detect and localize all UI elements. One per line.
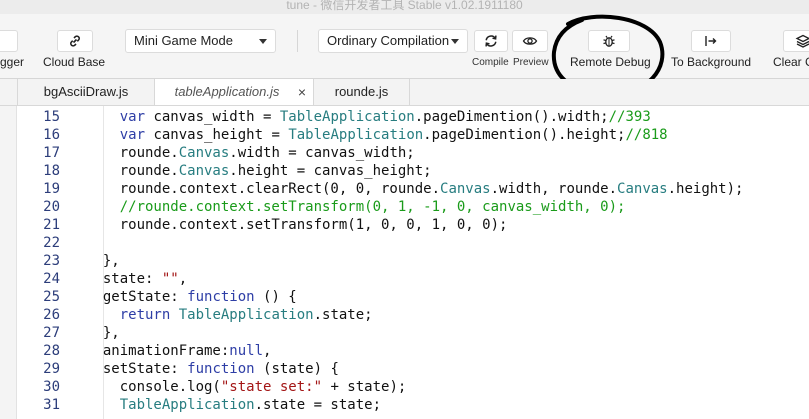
clear-cache-button[interactable] (783, 30, 809, 52)
refresh-icon (485, 35, 497, 47)
debugger-button[interactable] (0, 30, 18, 52)
code-line[interactable]: 19 rounde.context.clearRect(0, 0, rounde… (0, 180, 809, 198)
compile-button[interactable] (474, 30, 508, 52)
debugger-label: gger (0, 55, 25, 69)
code-line[interactable]: 20 //rounde.context.setTransform(0, 1, -… (0, 198, 809, 216)
to-background-label: To Background (671, 55, 752, 69)
window-title: tune - 微信开发者工具 Stable v1.02.1911180 (0, 0, 809, 14)
to-background-button[interactable] (691, 30, 731, 52)
code-line[interactable]: 31 TableApplication.state = state; (0, 396, 809, 414)
code-text: //rounde.context.setTransform(0, 1, -1, … (119, 199, 626, 215)
mode-select[interactable]: Mini Game Mode (125, 29, 276, 53)
code-text: }, (86, 325, 120, 341)
cloud-base-button[interactable] (57, 30, 93, 52)
compile-mode-select[interactable]: Ordinary Compilation (318, 29, 468, 53)
line-number: 16 (43, 127, 60, 143)
line-number: 19 (43, 181, 60, 197)
line-number: 22 (43, 235, 60, 251)
code-editor[interactable]: 15 var canvas_width = TableApplication.p… (0, 106, 809, 419)
code-text: TableApplication.state = state; (119, 397, 382, 413)
code-line[interactable]: 28 animationFrame:null, (0, 342, 809, 360)
code-text: return TableApplication.state; (119, 307, 373, 323)
code-line[interactable]: 22 (0, 234, 809, 252)
toolbar: gger Cloud Base Mini Game Mode Ordinary … (0, 14, 809, 79)
code-text: rounde.Canvas.height = canvas_height; (86, 163, 432, 179)
code-line[interactable]: 24 state: "", (0, 270, 809, 288)
tab-label: tableApplication.js (174, 84, 280, 99)
line-number: 29 (43, 361, 60, 377)
code-line[interactable]: 29 setState: function (state) { (0, 360, 809, 378)
line-number: 15 (43, 109, 60, 125)
line-number: 25 (43, 289, 60, 305)
close-icon[interactable]: × (298, 79, 306, 105)
code-line[interactable]: 17 rounde.Canvas.width = canvas_width; (0, 144, 809, 162)
code-line[interactable]: 21 rounde.context.setTransform(1, 0, 0, … (0, 216, 809, 234)
arrow-to-bar-icon (705, 36, 717, 46)
code-line[interactable]: 18 rounde.Canvas.height = canvas_height; (0, 162, 809, 180)
code-text: }, (86, 253, 120, 269)
code-text: rounde.context.setTransform(1, 0, 0, 1, … (86, 217, 508, 233)
code-text: var canvas_width = TableApplication.page… (119, 109, 651, 125)
tab-label: rounde.js (334, 84, 389, 99)
line-number: 28 (43, 343, 60, 359)
tab-bar-gutter (0, 79, 18, 105)
line-number: 18 (43, 163, 60, 179)
code-line[interactable]: 16 var canvas_height = TableApplication.… (0, 126, 809, 144)
compile-mode-value: Ordinary Compilation (327, 33, 450, 48)
compile-label: Compile (472, 57, 509, 68)
line-number: 23 (43, 253, 60, 269)
code-text: rounde.context.clearRect(0, 0, rounde.Ca… (86, 181, 744, 197)
line-number: 26 (43, 307, 60, 323)
toolbar-divider (297, 30, 298, 52)
code-text: console.log("state set:" + state); (86, 379, 407, 395)
cloud-link-icon (70, 35, 80, 47)
chevron-down-icon (259, 39, 267, 44)
tab-label: bgAsciiDraw.js (43, 84, 129, 99)
code-line[interactable]: 23 }, (0, 252, 809, 270)
tab-rounde[interactable]: rounde.js (314, 79, 410, 105)
line-number: 20 (43, 199, 60, 215)
preview-label: Preview (513, 57, 549, 68)
code-text: var canvas_height = TableApplication.pag… (119, 127, 668, 143)
clear-cache-label: Clear C (773, 55, 809, 69)
cloud-base-label: Cloud Base (43, 55, 106, 69)
code-text: rounde.Canvas.width = canvas_width; (86, 145, 415, 161)
tab-bgasciidraw[interactable]: bgAsciiDraw.js (18, 79, 155, 105)
mode-select-value: Mini Game Mode (134, 33, 233, 48)
code-line[interactable]: 30 console.log("state set:" + state); (0, 378, 809, 396)
code-text: state: "", (86, 271, 188, 287)
chevron-down-icon (451, 39, 459, 44)
code-text: animationFrame:null, (86, 343, 272, 359)
code-line[interactable]: 25 getState: function () { (0, 288, 809, 306)
tab-bar: bgAsciiDraw.js tableApplication.js × rou… (0, 79, 809, 106)
line-number: 31 (43, 397, 60, 413)
line-number: 27 (43, 325, 60, 341)
code-text: getState: function () { (86, 289, 297, 305)
line-number: 17 (43, 145, 60, 161)
line-number: 21 (43, 217, 60, 233)
eye-icon (522, 37, 538, 45)
preview-button[interactable] (512, 30, 548, 52)
line-number: 30 (43, 379, 60, 395)
code-text: setState: function (state) { (86, 361, 339, 377)
code-line[interactable]: 15 var canvas_width = TableApplication.p… (0, 108, 809, 126)
tab-tableapplication[interactable]: tableApplication.js × (155, 79, 314, 105)
layers-icon (795, 34, 809, 48)
code-line[interactable]: 26 return TableApplication.state; (0, 306, 809, 324)
line-number: 24 (43, 271, 60, 287)
code-line[interactable]: 27 }, (0, 324, 809, 342)
